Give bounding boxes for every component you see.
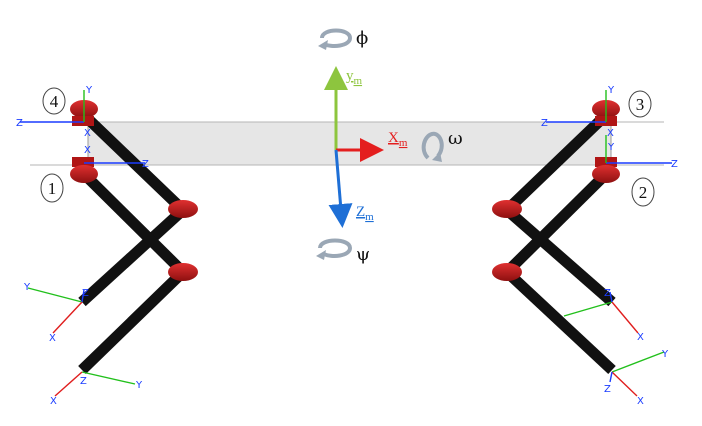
- svg-text:Y: Y: [607, 142, 615, 153]
- svg-text:Y: Y: [85, 85, 93, 96]
- leg-number-3: 3: [628, 90, 652, 118]
- rotation-arrow-psi-icon: [316, 238, 353, 260]
- svg-text:X: X: [607, 128, 614, 139]
- svg-text:Z: Z: [142, 159, 149, 170]
- svg-text:X: X: [637, 396, 644, 407]
- svg-text:3: 3: [636, 95, 645, 114]
- svg-text:X: X: [84, 128, 91, 139]
- svg-text:4: 4: [50, 92, 59, 111]
- joint-left-knee-lower: [168, 263, 198, 281]
- svg-text:X: X: [49, 333, 56, 344]
- foot-frames: [27, 287, 665, 397]
- joint-right-knee-lower: [492, 263, 522, 281]
- svg-text:Y: Y: [135, 380, 143, 391]
- joint-2-hip: [592, 165, 620, 183]
- svg-text:X: X: [50, 396, 57, 407]
- leg-number-4: 4: [42, 87, 66, 115]
- rotation-label-omega: ω: [448, 128, 463, 149]
- leg-number-1: 1: [40, 173, 64, 203]
- body-z-label: Zm: [356, 204, 374, 223]
- svg-text:Y: Y: [661, 349, 669, 360]
- svg-text:Y: Y: [607, 85, 615, 96]
- svg-text:Z: Z: [604, 384, 611, 395]
- svg-text:X: X: [84, 145, 91, 156]
- body-plate: [87, 121, 612, 166]
- svg-text:Y: Y: [23, 282, 31, 293]
- rotation-label-psi: ψ: [356, 244, 370, 265]
- joint-left-knee-upper: [168, 200, 198, 218]
- rotation-arrow-phi-icon: [318, 28, 353, 50]
- svg-text:Z: Z: [671, 159, 678, 170]
- rotation-label-phi: ϕ: [356, 28, 368, 49]
- joint-4-mount: [72, 116, 94, 126]
- leg-number-2: 2: [631, 177, 655, 207]
- joint-1-hip: [70, 165, 98, 183]
- svg-text:1: 1: [48, 179, 57, 198]
- body-y-label: ym: [346, 68, 363, 87]
- svg-text:Z: Z: [80, 376, 87, 387]
- svg-text:X: X: [637, 332, 644, 343]
- svg-text:Z: Z: [16, 118, 23, 129]
- svg-text:Z: Z: [541, 118, 548, 129]
- joint-right-knee-upper: [492, 200, 522, 218]
- svg-text:2: 2: [639, 183, 648, 202]
- svg-text:Z: Z: [82, 288, 89, 299]
- hexapod-diagram: Z Y X Z X Z Y X Z Y Y Z X Z Y X Z X Y Z …: [16, 28, 678, 407]
- svg-text:Z: Z: [604, 288, 611, 299]
